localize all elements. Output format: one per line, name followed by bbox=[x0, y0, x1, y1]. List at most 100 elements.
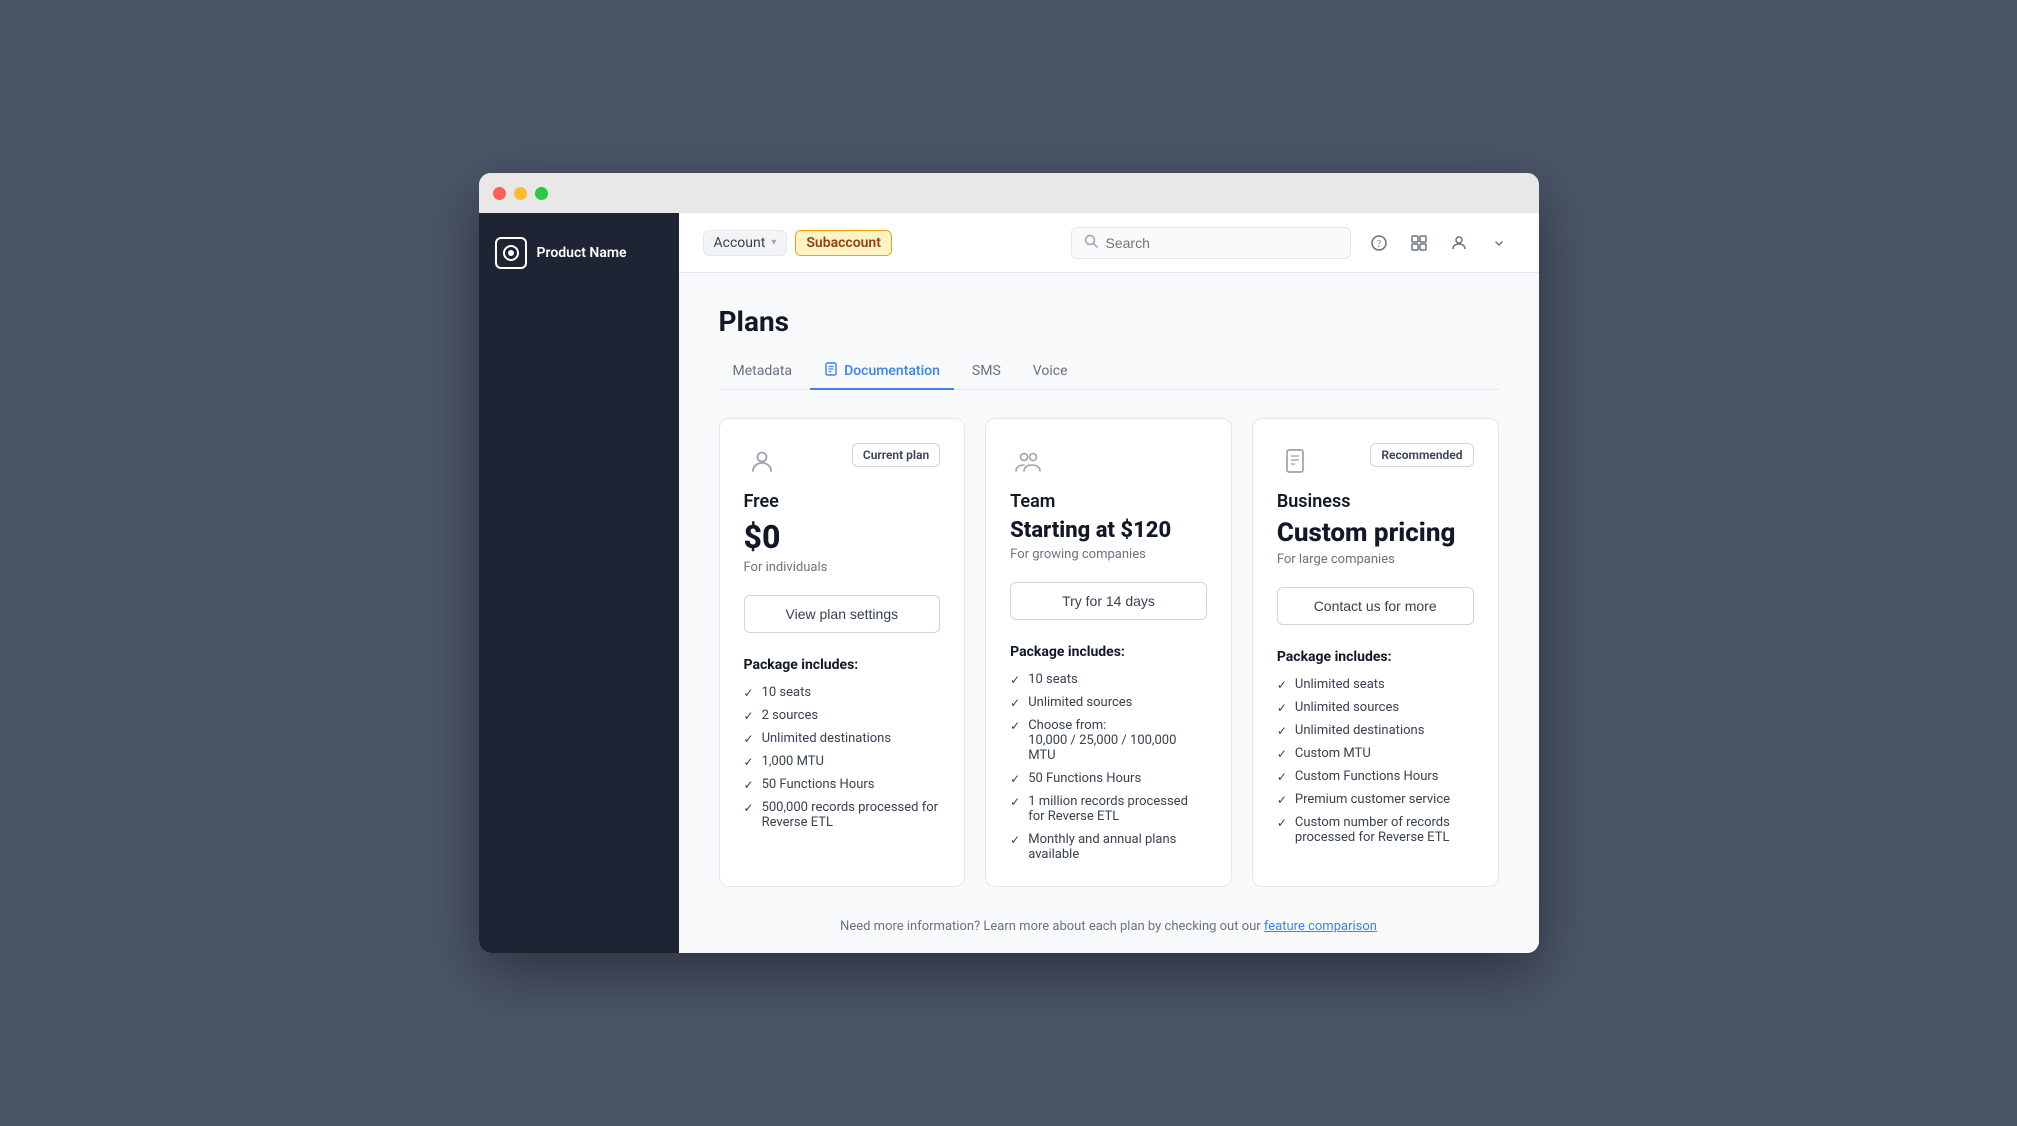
check-icon: ✓ bbox=[744, 801, 754, 815]
tab-voice[interactable]: Voice bbox=[1019, 355, 1082, 389]
plan-card-business: Recommended Business Custom pricing For … bbox=[1252, 418, 1499, 887]
user-chevron-button[interactable] bbox=[1483, 227, 1515, 259]
plan-team-features: ✓ 10 seats ✓ Unlimited sources ✓ Choose … bbox=[1010, 672, 1207, 862]
breadcrumb-subaccount[interactable]: Subaccount bbox=[795, 230, 892, 256]
documentation-icon bbox=[824, 362, 838, 380]
page-title: Plans bbox=[719, 305, 1499, 338]
grid-button[interactable] bbox=[1403, 227, 1435, 259]
plan-team-desc: For growing companies bbox=[1010, 547, 1207, 562]
plan-business-icon bbox=[1277, 443, 1313, 479]
plan-card-team-header bbox=[1010, 443, 1207, 479]
check-icon: ✓ bbox=[1010, 719, 1020, 733]
search-icon bbox=[1084, 234, 1098, 252]
tab-documentation[interactable]: Documentation bbox=[810, 354, 954, 390]
check-icon: ✓ bbox=[744, 686, 754, 700]
breadcrumb-account-chevron: ▾ bbox=[771, 237, 776, 248]
check-icon: ✓ bbox=[1010, 833, 1020, 847]
check-icon: ✓ bbox=[1277, 816, 1287, 830]
plan-team-package-title: Package includes: bbox=[1010, 644, 1207, 660]
list-item: ✓ 50 Functions Hours bbox=[1010, 771, 1207, 786]
check-icon: ✓ bbox=[1010, 795, 1020, 809]
tabs-row: Metadata Documentation bbox=[719, 354, 1499, 390]
app-body: Product Name Account ▾ Subaccount bbox=[479, 213, 1539, 953]
plan-card-business-header: Recommended bbox=[1277, 443, 1474, 479]
check-icon: ✓ bbox=[1277, 678, 1287, 692]
list-item: ✓ 50 Functions Hours bbox=[744, 777, 941, 792]
topbar: Account ▾ Subaccount bbox=[679, 213, 1539, 273]
plan-business-button[interactable]: Contact us for more bbox=[1277, 587, 1474, 625]
maximize-dot[interactable] bbox=[535, 187, 548, 200]
breadcrumb-account[interactable]: Account ▾ bbox=[703, 230, 788, 256]
sidebar: Product Name bbox=[479, 213, 679, 953]
tab-sms-label: SMS bbox=[972, 363, 1001, 379]
tab-metadata[interactable]: Metadata bbox=[719, 355, 807, 389]
search-input[interactable] bbox=[1106, 235, 1338, 251]
titlebar bbox=[479, 173, 1539, 213]
minimize-dot[interactable] bbox=[514, 187, 527, 200]
plan-card-free-header: Current plan bbox=[744, 443, 941, 479]
plan-business-name: Business bbox=[1277, 491, 1474, 512]
plan-free-features: ✓ 10 seats ✓ 2 sources ✓ Unlimited desti… bbox=[744, 685, 941, 830]
plan-free-desc: For individuals bbox=[744, 560, 941, 575]
plan-free-badge: Current plan bbox=[852, 443, 940, 467]
plan-business-package-title: Package includes: bbox=[1277, 649, 1474, 665]
check-icon: ✓ bbox=[744, 709, 754, 723]
user-button[interactable] bbox=[1443, 227, 1475, 259]
list-item: ✓ Unlimited seats bbox=[1277, 677, 1474, 692]
check-icon: ✓ bbox=[1010, 673, 1020, 687]
plan-card-free: Current plan Free $0 For individuals Vie… bbox=[719, 418, 966, 887]
app-window: Product Name Account ▾ Subaccount bbox=[479, 173, 1539, 953]
feature-comparison-link[interactable]: feature comparison bbox=[1264, 919, 1377, 934]
breadcrumb-subaccount-label: Subaccount bbox=[806, 235, 881, 251]
search-bar[interactable] bbox=[1071, 227, 1351, 259]
list-item: ✓ Custom Functions Hours bbox=[1277, 769, 1474, 784]
list-item: ✓ Unlimited sources bbox=[1277, 700, 1474, 715]
main-content: Account ▾ Subaccount bbox=[679, 213, 1539, 953]
plan-free-button[interactable]: View plan settings bbox=[744, 595, 941, 633]
check-icon: ✓ bbox=[1277, 724, 1287, 738]
page-content: Plans Metadata bbox=[679, 273, 1539, 953]
check-icon: ✓ bbox=[744, 755, 754, 769]
check-icon: ✓ bbox=[1010, 772, 1020, 786]
plan-business-badge: Recommended bbox=[1370, 443, 1473, 467]
breadcrumb-account-label: Account bbox=[714, 235, 766, 251]
check-icon: ✓ bbox=[1277, 701, 1287, 715]
check-icon: ✓ bbox=[1277, 770, 1287, 784]
list-item: ✓ 10 seats bbox=[1010, 672, 1207, 687]
list-item: ✓ Premium customer service bbox=[1277, 792, 1474, 807]
product-icon bbox=[495, 237, 527, 269]
plan-free-name: Free bbox=[744, 491, 941, 512]
plan-team-icon bbox=[1010, 443, 1046, 479]
plan-team-price: Starting at $120 bbox=[1010, 518, 1207, 543]
plan-free-icon bbox=[744, 443, 780, 479]
help-button[interactable]: ? bbox=[1363, 227, 1395, 259]
tab-voice-label: Voice bbox=[1033, 363, 1068, 379]
list-item: ✓ 10 seats bbox=[744, 685, 941, 700]
check-icon: ✓ bbox=[1010, 696, 1020, 710]
list-item: ✓ Unlimited destinations bbox=[1277, 723, 1474, 738]
plan-card-team: Team Starting at $120 For growing compan… bbox=[985, 418, 1232, 887]
plan-business-features: ✓ Unlimited seats ✓ Unlimited sources ✓ … bbox=[1277, 677, 1474, 845]
sidebar-logo: Product Name bbox=[479, 229, 679, 289]
plan-team-button[interactable]: Try for 14 days bbox=[1010, 582, 1207, 620]
check-icon: ✓ bbox=[744, 778, 754, 792]
list-item: ✓ Unlimited destinations bbox=[744, 731, 941, 746]
footer-note-text: Need more information? Learn more about … bbox=[840, 919, 1261, 934]
product-name: Product Name bbox=[537, 245, 627, 261]
svg-text:?: ? bbox=[1376, 239, 1381, 250]
plans-grid: Current plan Free $0 For individuals Vie… bbox=[719, 418, 1499, 887]
plan-business-price: Custom pricing bbox=[1277, 518, 1474, 548]
tab-sms[interactable]: SMS bbox=[958, 355, 1015, 389]
check-icon: ✓ bbox=[1277, 793, 1287, 807]
list-item: ✓ Monthly and annual plans available bbox=[1010, 832, 1207, 862]
footer-note: Need more information? Learn more about … bbox=[719, 919, 1499, 934]
check-icon: ✓ bbox=[1277, 747, 1287, 761]
tab-metadata-label: Metadata bbox=[733, 363, 793, 379]
list-item: ✓ 2 sources bbox=[744, 708, 941, 723]
topbar-icons: ? bbox=[1363, 227, 1515, 259]
check-icon: ✓ bbox=[744, 732, 754, 746]
plan-free-price: $0 bbox=[744, 518, 941, 556]
close-dot[interactable] bbox=[493, 187, 506, 200]
list-item: ✓ 1 million records processed for Revers… bbox=[1010, 794, 1207, 824]
breadcrumb-area: Account ▾ Subaccount bbox=[703, 230, 1059, 256]
